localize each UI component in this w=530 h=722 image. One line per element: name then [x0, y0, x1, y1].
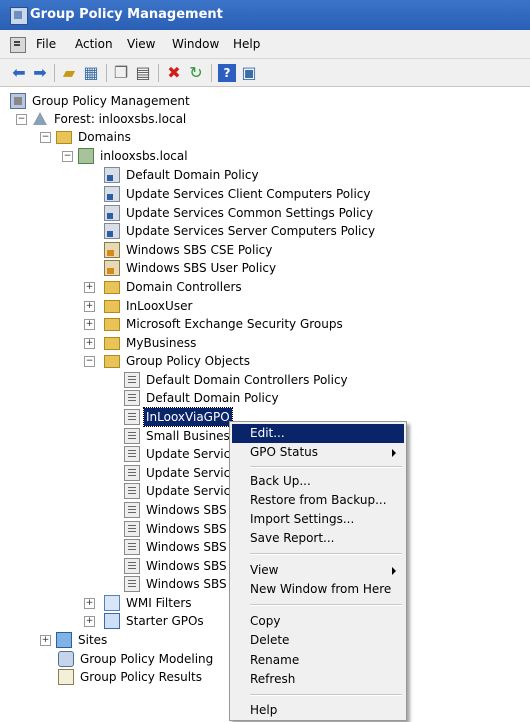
paste-icon[interactable]: ▤	[134, 64, 152, 82]
expand-icon[interactable]: +	[84, 598, 95, 609]
gpo-icon	[124, 576, 140, 592]
collapse-icon[interactable]: −	[62, 151, 73, 162]
menu-bar: File Action View Window Help	[0, 30, 530, 59]
menu-item-copy[interactable]: Copy	[232, 612, 404, 631]
gpo-icon	[124, 502, 140, 518]
toolbar-separator	[158, 64, 159, 82]
collapse-icon[interactable]: −	[16, 114, 27, 125]
delete-icon[interactable]: ✖	[165, 64, 183, 82]
ou-folder-icon	[104, 281, 120, 294]
modeling-icon	[58, 651, 74, 667]
gpo-link-icon	[104, 186, 120, 202]
menu-item-restore[interactable]: Restore from Backup...	[232, 491, 404, 510]
forward-arrow-icon[interactable]: ➡	[31, 64, 49, 82]
context-menu: Edit... GPO Status Back Up... Restore fr…	[229, 421, 407, 721]
menu-item-refresh[interactable]: Refresh	[232, 670, 404, 689]
menu-item-help[interactable]: Help	[232, 701, 404, 720]
wmi-filter-icon	[104, 595, 120, 611]
gpo-icon	[124, 446, 140, 462]
menu-separator	[250, 553, 402, 555]
expand-icon[interactable]: +	[84, 338, 95, 349]
gpo-link-icon	[104, 242, 120, 258]
gpo-icon	[124, 409, 140, 425]
submenu-arrow-icon	[392, 567, 396, 575]
menu-separator	[250, 604, 402, 606]
menu-item-edit[interactable]: Edit...	[232, 424, 404, 443]
menu-separator	[250, 694, 402, 696]
gpo-folder-icon	[104, 355, 120, 368]
results-icon	[58, 669, 74, 685]
gpo-icon	[124, 483, 140, 499]
menu-window[interactable]: Window	[172, 37, 219, 51]
ou-folder-icon	[104, 318, 120, 331]
gpo-link-icon	[104, 223, 120, 239]
copy-icon[interactable]: ❐	[112, 64, 130, 82]
forest-icon	[32, 111, 48, 127]
ou-folder-icon	[104, 300, 120, 313]
console-menu-icon[interactable]	[10, 37, 26, 53]
menu-item-new-window[interactable]: New Window from Here	[232, 580, 404, 599]
collapse-icon[interactable]: −	[40, 132, 51, 143]
gpm-window: Group Policy Management File Action View…	[0, 0, 530, 722]
menu-item-view[interactable]: View	[232, 561, 404, 580]
gpo-icon	[124, 372, 140, 388]
show-hide-tree-icon[interactable]: ▦	[82, 64, 100, 82]
expand-icon[interactable]: +	[84, 282, 95, 293]
gpo-icon	[124, 539, 140, 555]
domain-icon	[78, 148, 94, 164]
gpo-link-icon	[104, 260, 120, 276]
help-icon[interactable]: ?	[218, 64, 236, 82]
menu-item-back-up[interactable]: Back Up...	[232, 472, 404, 491]
gpo-link-icon	[104, 167, 120, 183]
back-arrow-icon[interactable]: ⬅	[10, 64, 28, 82]
gpm-app-icon	[10, 7, 28, 25]
menu-item-delete[interactable]: Delete	[232, 631, 404, 650]
gpm-icon	[10, 93, 26, 109]
toolbar: ⬅ ➡ ▰ ▦ ❐ ▤ ✖ ↻ ? ▣	[0, 59, 530, 87]
up-folder-icon[interactable]: ▰	[60, 64, 78, 82]
expand-icon[interactable]: +	[84, 301, 95, 312]
menu-view[interactable]: View	[127, 37, 155, 51]
menu-item-gpo-status[interactable]: GPO Status	[232, 443, 404, 462]
collapse-icon[interactable]: −	[84, 356, 95, 367]
menu-file[interactable]: File	[36, 37, 56, 51]
refresh-icon[interactable]: ↻	[187, 64, 205, 82]
menu-item-save-report[interactable]: Save Report...	[232, 529, 404, 548]
ou-folder-icon	[104, 337, 120, 350]
starter-gpo-icon	[104, 613, 120, 629]
folder-icon	[56, 131, 72, 144]
submenu-arrow-icon	[392, 449, 396, 457]
menu-separator	[250, 466, 402, 468]
properties-icon[interactable]: ▣	[240, 64, 258, 82]
gpo-icon	[124, 521, 140, 537]
gpo-icon	[124, 465, 140, 481]
gpo-icon	[124, 390, 140, 406]
sites-icon	[56, 632, 72, 648]
title-bar[interactable]: Group Policy Management	[0, 0, 530, 30]
gpo-icon	[124, 428, 140, 444]
gpo-icon	[124, 558, 140, 574]
menu-item-rename[interactable]: Rename	[232, 651, 404, 670]
toolbar-separator	[106, 64, 107, 82]
menu-item-import-settings[interactable]: Import Settings...	[232, 510, 404, 529]
menu-action[interactable]: Action	[75, 37, 113, 51]
menu-help[interactable]: Help	[233, 37, 260, 51]
expand-icon[interactable]: +	[84, 616, 95, 627]
toolbar-separator	[54, 64, 55, 82]
expand-icon[interactable]: +	[84, 319, 95, 330]
expand-icon[interactable]: +	[40, 635, 51, 646]
window-title: Group Policy Management	[30, 7, 223, 22]
gpo-link-icon	[104, 205, 120, 221]
toolbar-separator	[211, 64, 212, 82]
